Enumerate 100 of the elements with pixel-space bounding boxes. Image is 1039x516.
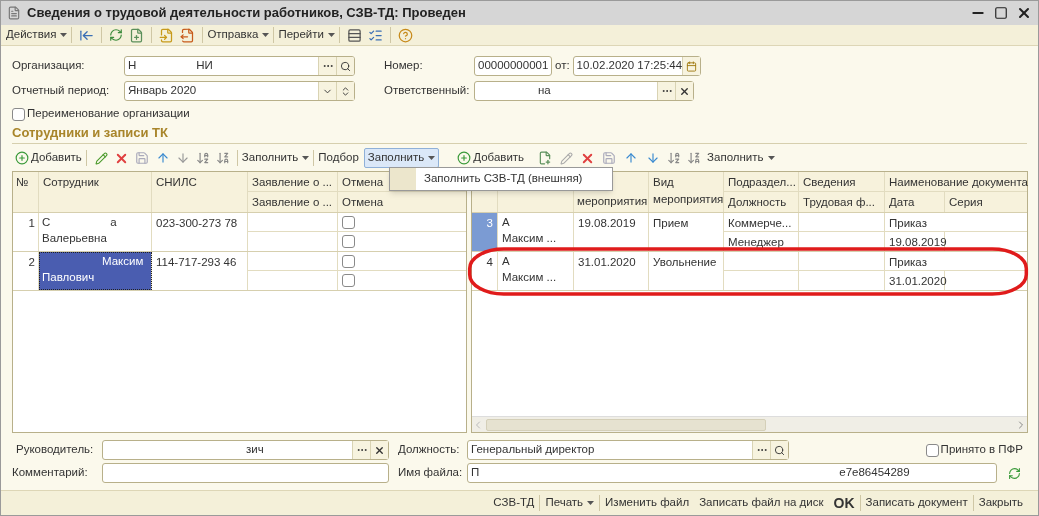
document-in-icon[interactable] [159, 27, 175, 43]
add-button[interactable]: Добавить [15, 149, 82, 167]
organization-field[interactable]: Н НИ [124, 56, 355, 76]
close-icon[interactable] [1016, 5, 1032, 21]
search-button[interactable] [770, 441, 788, 459]
clear-button[interactable] [370, 441, 388, 459]
close-icon [679, 85, 690, 97]
scroll-thumb[interactable] [486, 418, 766, 431]
spin-icon [340, 85, 351, 97]
employee-name: Максим ... [502, 270, 558, 285]
column-header: Отмена [341, 195, 385, 210]
caret-icon [428, 156, 436, 160]
save-icon[interactable] [602, 151, 617, 165]
checkbox[interactable] [342, 274, 355, 287]
sort-ascending-icon[interactable] [667, 151, 682, 165]
field-text: Январь 2020 [128, 83, 198, 99]
pick-button[interactable]: Подбор [318, 149, 359, 167]
position-field[interactable]: Генеральный директор [467, 440, 789, 460]
menu-item[interactable]: Заполнить СЗВ-ТД (внешняя) [390, 168, 612, 190]
checkbox[interactable] [342, 215, 355, 229]
sort-descending-icon[interactable] [215, 151, 230, 165]
field-label: Организация: [12, 58, 86, 74]
field-text: НИ [196, 58, 213, 74]
fill-menu-button[interactable]: Заполнить [241, 149, 310, 167]
new-document-icon[interactable] [129, 27, 145, 43]
column-header: Должность [724, 192, 799, 212]
spin-button[interactable] [336, 82, 354, 100]
document-icon [7, 6, 21, 20]
column-header: Подраздел... [724, 172, 799, 192]
period-field[interactable]: Январь 2020 [124, 81, 355, 101]
checklist-icon[interactable] [368, 27, 383, 43]
send-menu[interactable]: Отправка [207, 26, 270, 44]
clear-button[interactable] [675, 82, 693, 100]
employee-cell[interactable]: Максим Павлович [39, 252, 152, 290]
footer-button[interactable]: Изменить файл [600, 494, 695, 512]
file-name-field[interactable]: П e7e86454289 [467, 463, 997, 483]
refresh-icon[interactable] [1008, 466, 1021, 480]
select-button[interactable] [752, 441, 770, 459]
calendar-button[interactable] [682, 57, 701, 75]
number-field[interactable]: 00000000001 [474, 56, 552, 76]
pencil-icon[interactable] [560, 151, 574, 165]
sort-ascending-icon[interactable] [195, 151, 210, 165]
actions-menu[interactable]: Действия [6, 26, 68, 44]
field-label: Комментарий: [12, 465, 89, 481]
column-header: СНИЛС [152, 172, 248, 212]
row-number[interactable]: 4 [472, 252, 498, 290]
dropdown-button[interactable] [318, 82, 336, 100]
employee-name: Максим ... [502, 231, 558, 246]
head-field[interactable]: зич [102, 440, 389, 460]
checkbox[interactable] [342, 254, 355, 268]
pencil-icon[interactable] [94, 151, 108, 165]
comment-field[interactable] [102, 463, 389, 483]
footer-button[interactable]: СЗВ-ТД [488, 494, 540, 512]
goto-menu[interactable]: Перейти [278, 26, 335, 44]
window-title: Сведения о трудовой деятельности работников, СЗВ-ТД: Проведен [27, 4, 466, 23]
field-label: Руководитель: [15, 442, 95, 458]
footer-button[interactable]: OK [828, 492, 860, 514]
new-document-icon[interactable] [538, 151, 553, 165]
print-menu[interactable]: Печать [540, 494, 600, 512]
maximize-icon[interactable] [994, 6, 1008, 20]
checkbox[interactable] [342, 235, 355, 248]
add-button[interactable]: Добавить [457, 149, 525, 167]
checkbox[interactable] [12, 107, 25, 121]
field-text: Н [128, 58, 137, 74]
caret-icon [328, 33, 335, 37]
employee-cell[interactable]: С а Валерьевна [39, 213, 152, 251]
column-header: Серия [948, 195, 984, 210]
employee-name: Валерьевна [42, 232, 107, 244]
table-cell: 31.01.2020 [885, 271, 945, 290]
horizontal-scrollbar[interactable] [472, 416, 1027, 432]
fill-menu-button[interactable]: Заполнить [363, 148, 440, 168]
table-cell: 023-300-273 78 [152, 213, 248, 251]
field-text: зич [246, 442, 264, 458]
fill-menu-button[interactable]: Заполнить [707, 149, 775, 167]
field-text: С [42, 215, 51, 230]
column-header: Дата [885, 192, 945, 212]
rows-icon[interactable] [347, 27, 362, 43]
sort-descending-icon[interactable] [687, 151, 702, 165]
caret-icon [302, 156, 310, 160]
refresh-icon[interactable] [109, 28, 124, 42]
footer-button[interactable]: Записать файл на диск [694, 494, 829, 512]
help-icon[interactable] [398, 27, 413, 43]
checkbox-label: Переименование организации [27, 106, 190, 122]
field-label: Ответственный: [384, 83, 471, 99]
date-field[interactable]: 10.02.2020 17:25:44 [572, 56, 701, 76]
footer-button[interactable]: Записать документ [860, 494, 973, 512]
field-label: Номер: [384, 58, 424, 74]
column-header: Сведения [799, 172, 885, 192]
save-icon[interactable] [134, 151, 149, 165]
checkbox[interactable] [925, 443, 939, 457]
search-button[interactable] [336, 57, 354, 75]
caret-icon [587, 501, 595, 505]
document-out-icon[interactable] [180, 27, 196, 43]
responsible-field[interactable]: на [474, 81, 694, 101]
table-cell: Менеджер [724, 232, 799, 251]
employee-name: Павлович [42, 271, 95, 283]
table-cell: Коммерче... [724, 213, 799, 232]
table-cell: Приказ [885, 213, 1027, 232]
footer-button[interactable]: Закрыть [973, 494, 1028, 512]
select-button[interactable] [318, 57, 336, 75]
